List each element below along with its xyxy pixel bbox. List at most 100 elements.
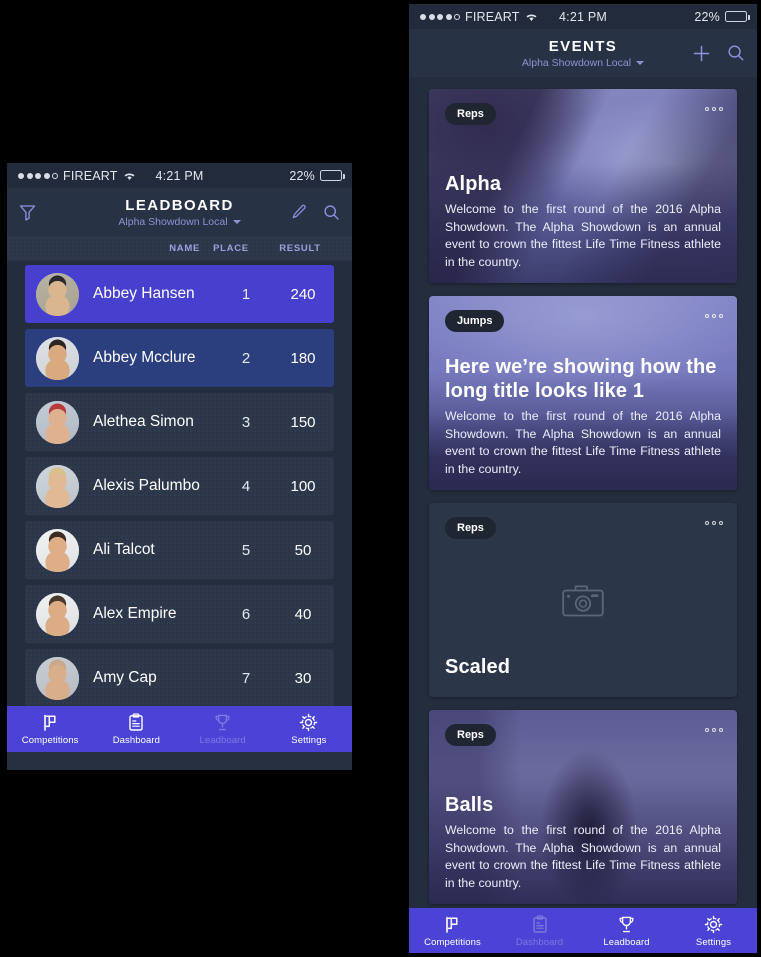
events-feed[interactable]: Reps Alpha Welcome to the first round of t… [409, 77, 757, 908]
tab-dashboard[interactable]: Dashboard [496, 908, 583, 953]
athlete-name: Alex Empire [93, 605, 177, 622]
page-title: EVENTS [548, 37, 618, 55]
tab-competitions[interactable]: Competitions [409, 908, 496, 953]
tab-leadboard[interactable]: Leadboard [180, 706, 266, 752]
tab-label: Dashboard [515, 936, 564, 948]
phone-events-screen: FIREART 4:21 PM 22% EVENTS Alpha Showdow… [409, 4, 757, 953]
leaderboard-row[interactable]: Alexis Palumbo 4 100 [25, 457, 334, 515]
carrier-label: FIREART [63, 168, 118, 183]
flag-icon [443, 915, 462, 934]
athlete-name: Alexis Palumbo [93, 477, 200, 494]
event-description: Welcome to the first round of the 2016 A… [445, 823, 721, 890]
event-category-badge[interactable]: Jumps [445, 310, 505, 332]
tab-label: Competitions [21, 734, 79, 746]
trophy-icon [617, 915, 636, 934]
event-card-body: Balls Welcome to the first round of the 2… [429, 794, 737, 904]
tab-leadboard[interactable]: Leadboard [583, 908, 670, 953]
event-card[interactable]: Reps Alpha Welcome to the first round of t… [429, 89, 737, 283]
athlete-place: 1 [241, 285, 251, 303]
event-category-badge[interactable]: Reps [445, 724, 496, 746]
plus-icon[interactable] [692, 44, 711, 63]
column-header-name: NAME [169, 243, 200, 254]
athlete-name: Abbey Hansen [93, 285, 195, 302]
battery-icon [725, 11, 750, 22]
search-icon[interactable] [323, 204, 340, 221]
avatar [36, 464, 79, 508]
event-card-body: Here we’re showing how the long title lo… [429, 356, 737, 490]
event-selector[interactable]: Alpha Showdown Local [522, 57, 645, 69]
event-category-badge[interactable]: Reps [445, 517, 496, 539]
flag-icon [41, 713, 60, 732]
athlete-result: 50 [294, 541, 312, 559]
column-header-result: RESULT [279, 243, 321, 254]
event-title: Scaled [445, 656, 511, 679]
gear-icon [299, 713, 318, 732]
leaderboard-row[interactable]: Alethea Simon 3 150 [25, 393, 334, 451]
athlete-name: Abbey Mcclure [93, 349, 196, 366]
event-description: Welcome to the first round of the 2016 A… [445, 202, 721, 269]
status-bar-left: FIREART 4:21 PM 22% [7, 163, 352, 188]
event-selector[interactable]: Alpha Showdown Local [118, 216, 241, 228]
avatar [36, 528, 79, 572]
event-title: Balls [445, 793, 494, 816]
athlete-place: 2 [241, 349, 251, 367]
tab-dashboard[interactable]: Dashboard [93, 706, 179, 752]
athlete-result: 100 [290, 477, 316, 495]
leaderboard-row[interactable]: Ali Talcot 5 50 [25, 521, 334, 579]
carrier-label: FIREART [465, 9, 520, 24]
avatar-photo [36, 592, 79, 636]
battery-percent-label: 22% [694, 9, 720, 24]
athlete-place: 4 [241, 477, 251, 495]
pencil-icon[interactable] [291, 204, 307, 220]
more-options-icon[interactable] [705, 521, 723, 525]
event-description: Welcome to the first round of the 2016 A… [445, 409, 721, 476]
tab-bar-right[interactable]: Competitions Dashboard Leadboard Settings [409, 908, 757, 953]
search-icon[interactable] [727, 44, 745, 62]
event-card[interactable]: Reps Balls Welcome to the first round of t… [429, 710, 737, 904]
tab-label: Dashboard [112, 734, 161, 746]
nav-action-icons-right [692, 44, 745, 63]
event-title: Alpha [445, 172, 502, 195]
tab-label: Settings [695, 936, 732, 948]
signal-strength-dots [420, 13, 460, 20]
leaderboard-list[interactable]: Abbey Hansen 1 240 Abbey Mcclure 2 180 Alethea… [7, 261, 352, 706]
athlete-name: Ali Talcot [93, 541, 155, 558]
athlete-place: 5 [241, 541, 251, 559]
tab-settings[interactable]: Settings [266, 706, 352, 752]
event-card-body: Scaled [429, 656, 737, 697]
event-card[interactable]: Jumps Here we’re showing how the long tit… [429, 296, 737, 490]
event-category-badge[interactable]: Reps [445, 103, 496, 125]
phone-leaderboard-screen: FIREART 4:21 PM 22% LEADBOARD Alpha Show… [7, 163, 352, 770]
more-options-icon[interactable] [705, 107, 723, 111]
battery-icon [320, 170, 345, 181]
avatar-photo [36, 272, 79, 316]
more-options-icon[interactable] [705, 314, 723, 318]
clipboard-icon [531, 914, 549, 934]
column-header-place: PLACE [213, 243, 249, 254]
nav-bar-leaderboard: LEADBOARD Alpha Showdown Local [7, 188, 352, 236]
tab-bar-left[interactable]: Competitions Dashboard Leadboard Settings [7, 706, 352, 752]
battery-percent-label: 22% [289, 168, 315, 183]
page-title: LEADBOARD [125, 196, 234, 214]
leaderboard-row[interactable]: Alex Empire 6 40 [25, 585, 334, 643]
event-card[interactable]: Reps Scaled [429, 503, 737, 697]
tab-settings[interactable]: Settings [670, 908, 757, 953]
athlete-result: 150 [290, 413, 316, 431]
status-bar-right: FIREART 4:21 PM 22% [409, 4, 757, 29]
leaderboard-row[interactable]: Abbey Mcclure 2 180 [25, 329, 334, 387]
tab-label: Leadboard [199, 734, 246, 746]
filter-funnel-icon[interactable] [19, 204, 36, 221]
avatar [36, 272, 79, 316]
avatar-photo [36, 528, 79, 572]
avatar [36, 336, 79, 380]
event-card-body: Alpha Welcome to the first round of the 2… [429, 173, 737, 283]
leaderboard-row[interactable]: Amy Cap 7 30 [25, 649, 334, 706]
tab-label: Competitions [424, 936, 481, 948]
athlete-place: 7 [241, 669, 251, 687]
leaderboard-row[interactable]: Abbey Hansen 1 240 [25, 265, 334, 323]
more-options-icon[interactable] [705, 728, 723, 732]
tab-competitions[interactable]: Competitions [7, 706, 93, 752]
status-bar-carrier-group: FIREART [409, 10, 538, 24]
avatar-photo [36, 656, 79, 700]
chevron-down-icon [636, 61, 645, 65]
